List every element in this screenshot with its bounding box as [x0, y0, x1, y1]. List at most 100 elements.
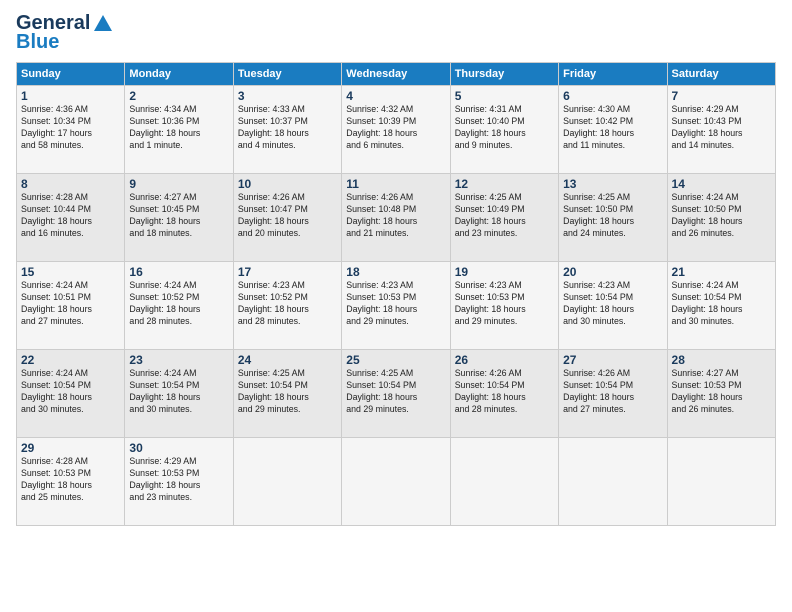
calendar-header-row: SundayMondayTuesdayWednesdayThursdayFrid…: [17, 63, 776, 86]
calendar-cell: [233, 438, 341, 526]
day-number: 5: [455, 89, 554, 103]
day-number: 2: [129, 89, 228, 103]
day-number: 10: [238, 177, 337, 191]
day-info: Sunrise: 4:23 AMSunset: 10:54 PMDaylight…: [563, 280, 662, 328]
calendar-cell: 26Sunrise: 4:26 AMSunset: 10:54 PMDaylig…: [450, 350, 558, 438]
calendar-cell: 4Sunrise: 4:32 AMSunset: 10:39 PMDayligh…: [342, 86, 450, 174]
day-info: Sunrise: 4:24 AMSunset: 10:54 PMDaylight…: [21, 368, 120, 416]
calendar-cell: 30Sunrise: 4:29 AMSunset: 10:53 PMDaylig…: [125, 438, 233, 526]
day-info: Sunrise: 4:27 AMSunset: 10:45 PMDaylight…: [129, 192, 228, 240]
column-header-friday: Friday: [559, 63, 667, 86]
day-info: Sunrise: 4:31 AMSunset: 10:40 PMDaylight…: [455, 104, 554, 152]
calendar-cell: 25Sunrise: 4:25 AMSunset: 10:54 PMDaylig…: [342, 350, 450, 438]
day-number: 13: [563, 177, 662, 191]
column-header-monday: Monday: [125, 63, 233, 86]
day-info: Sunrise: 4:33 AMSunset: 10:37 PMDaylight…: [238, 104, 337, 152]
day-info: Sunrise: 4:29 AMSunset: 10:43 PMDaylight…: [672, 104, 771, 152]
day-number: 28: [672, 353, 771, 367]
calendar-cell: 3Sunrise: 4:33 AMSunset: 10:37 PMDayligh…: [233, 86, 341, 174]
day-number: 1: [21, 89, 120, 103]
day-number: 20: [563, 265, 662, 279]
calendar-cell: 13Sunrise: 4:25 AMSunset: 10:50 PMDaylig…: [559, 174, 667, 262]
calendar-cell: [667, 438, 775, 526]
calendar-week-row: 15Sunrise: 4:24 AMSunset: 10:51 PMDaylig…: [17, 262, 776, 350]
calendar-cell: 11Sunrise: 4:26 AMSunset: 10:48 PMDaylig…: [342, 174, 450, 262]
calendar-cell: 14Sunrise: 4:24 AMSunset: 10:50 PMDaylig…: [667, 174, 775, 262]
day-info: Sunrise: 4:23 AMSunset: 10:53 PMDaylight…: [455, 280, 554, 328]
day-number: 8: [21, 177, 120, 191]
calendar-cell: 20Sunrise: 4:23 AMSunset: 10:54 PMDaylig…: [559, 262, 667, 350]
day-number: 15: [21, 265, 120, 279]
calendar-week-row: 1Sunrise: 4:36 AMSunset: 10:34 PMDayligh…: [17, 86, 776, 174]
calendar-cell: 18Sunrise: 4:23 AMSunset: 10:53 PMDaylig…: [342, 262, 450, 350]
day-info: Sunrise: 4:25 AMSunset: 10:54 PMDaylight…: [346, 368, 445, 416]
day-number: 22: [21, 353, 120, 367]
day-number: 16: [129, 265, 228, 279]
day-info: Sunrise: 4:34 AMSunset: 10:36 PMDaylight…: [129, 104, 228, 152]
day-info: Sunrise: 4:24 AMSunset: 10:51 PMDaylight…: [21, 280, 120, 328]
day-info: Sunrise: 4:24 AMSunset: 10:54 PMDaylight…: [672, 280, 771, 328]
logo-blue-label: Blue: [16, 31, 59, 54]
calendar-cell: 17Sunrise: 4:23 AMSunset: 10:52 PMDaylig…: [233, 262, 341, 350]
day-info: Sunrise: 4:26 AMSunset: 10:48 PMDaylight…: [346, 192, 445, 240]
column-header-saturday: Saturday: [667, 63, 775, 86]
column-header-thursday: Thursday: [450, 63, 558, 86]
calendar-cell: [559, 438, 667, 526]
day-info: Sunrise: 4:25 AMSunset: 10:49 PMDaylight…: [455, 192, 554, 240]
column-header-sunday: Sunday: [17, 63, 125, 86]
calendar-cell: 8Sunrise: 4:28 AMSunset: 10:44 PMDayligh…: [17, 174, 125, 262]
day-number: 6: [563, 89, 662, 103]
day-info: Sunrise: 4:26 AMSunset: 10:54 PMDaylight…: [455, 368, 554, 416]
day-number: 30: [129, 441, 228, 455]
calendar-week-row: 22Sunrise: 4:24 AMSunset: 10:54 PMDaylig…: [17, 350, 776, 438]
calendar-cell: 23Sunrise: 4:24 AMSunset: 10:54 PMDaylig…: [125, 350, 233, 438]
calendar-cell: 16Sunrise: 4:24 AMSunset: 10:52 PMDaylig…: [125, 262, 233, 350]
logo-triangle-icon: [92, 13, 114, 35]
day-number: 3: [238, 89, 337, 103]
day-info: Sunrise: 4:23 AMSunset: 10:52 PMDaylight…: [238, 280, 337, 328]
calendar-cell: 27Sunrise: 4:26 AMSunset: 10:54 PMDaylig…: [559, 350, 667, 438]
calendar-cell: 1Sunrise: 4:36 AMSunset: 10:34 PMDayligh…: [17, 86, 125, 174]
day-number: 26: [455, 353, 554, 367]
header: General Blue: [16, 12, 776, 54]
calendar-cell: 22Sunrise: 4:24 AMSunset: 10:54 PMDaylig…: [17, 350, 125, 438]
day-info: Sunrise: 4:24 AMSunset: 10:54 PMDaylight…: [129, 368, 228, 416]
calendar-cell: [450, 438, 558, 526]
day-number: 12: [455, 177, 554, 191]
day-number: 23: [129, 353, 228, 367]
day-number: 25: [346, 353, 445, 367]
calendar-cell: 12Sunrise: 4:25 AMSunset: 10:49 PMDaylig…: [450, 174, 558, 262]
calendar-cell: 9Sunrise: 4:27 AMSunset: 10:45 PMDayligh…: [125, 174, 233, 262]
day-info: Sunrise: 4:28 AMSunset: 10:44 PMDaylight…: [21, 192, 120, 240]
calendar-cell: 29Sunrise: 4:28 AMSunset: 10:53 PMDaylig…: [17, 438, 125, 526]
day-info: Sunrise: 4:29 AMSunset: 10:53 PMDaylight…: [129, 456, 228, 504]
calendar-cell: 24Sunrise: 4:25 AMSunset: 10:54 PMDaylig…: [233, 350, 341, 438]
day-number: 24: [238, 353, 337, 367]
day-info: Sunrise: 4:30 AMSunset: 10:42 PMDaylight…: [563, 104, 662, 152]
calendar-cell: [342, 438, 450, 526]
day-number: 29: [21, 441, 120, 455]
calendar-week-row: 8Sunrise: 4:28 AMSunset: 10:44 PMDayligh…: [17, 174, 776, 262]
day-info: Sunrise: 4:26 AMSunset: 10:54 PMDaylight…: [563, 368, 662, 416]
day-number: 9: [129, 177, 228, 191]
logo: General Blue: [16, 12, 116, 54]
day-info: Sunrise: 4:23 AMSunset: 10:53 PMDaylight…: [346, 280, 445, 328]
calendar-cell: 15Sunrise: 4:24 AMSunset: 10:51 PMDaylig…: [17, 262, 125, 350]
day-info: Sunrise: 4:27 AMSunset: 10:53 PMDaylight…: [672, 368, 771, 416]
calendar-cell: 6Sunrise: 4:30 AMSunset: 10:42 PMDayligh…: [559, 86, 667, 174]
day-number: 14: [672, 177, 771, 191]
day-number: 4: [346, 89, 445, 103]
day-info: Sunrise: 4:28 AMSunset: 10:53 PMDaylight…: [21, 456, 120, 504]
calendar-cell: 10Sunrise: 4:26 AMSunset: 10:47 PMDaylig…: [233, 174, 341, 262]
day-info: Sunrise: 4:25 AMSunset: 10:50 PMDaylight…: [563, 192, 662, 240]
day-info: Sunrise: 4:26 AMSunset: 10:47 PMDaylight…: [238, 192, 337, 240]
day-number: 17: [238, 265, 337, 279]
calendar-cell: 21Sunrise: 4:24 AMSunset: 10:54 PMDaylig…: [667, 262, 775, 350]
calendar-week-row: 29Sunrise: 4:28 AMSunset: 10:53 PMDaylig…: [17, 438, 776, 526]
day-number: 21: [672, 265, 771, 279]
calendar-cell: 28Sunrise: 4:27 AMSunset: 10:53 PMDaylig…: [667, 350, 775, 438]
day-info: Sunrise: 4:25 AMSunset: 10:54 PMDaylight…: [238, 368, 337, 416]
day-number: 7: [672, 89, 771, 103]
day-info: Sunrise: 4:24 AMSunset: 10:50 PMDaylight…: [672, 192, 771, 240]
calendar-cell: 5Sunrise: 4:31 AMSunset: 10:40 PMDayligh…: [450, 86, 558, 174]
